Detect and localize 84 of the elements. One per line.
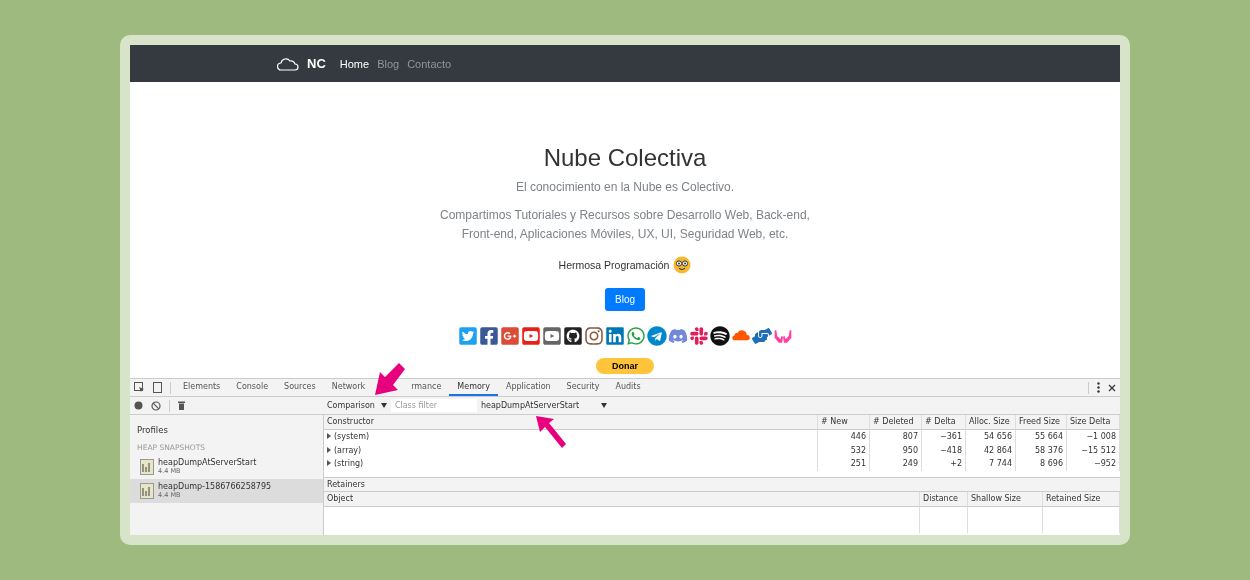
clear-icon[interactable] <box>151 400 161 411</box>
nav-link[interactable]: Blog <box>377 57 400 70</box>
donate-button[interactable]: Donar <box>596 358 654 374</box>
caret-icon <box>380 403 387 408</box>
profiles-heading: Profiles <box>136 424 169 437</box>
table-cell: 58 376 <box>1016 443 1067 457</box>
telegram-icon[interactable] <box>646 326 667 346</box>
greeting-text: Hermosa Programación <box>558 259 670 271</box>
snapshot-icon <box>140 483 154 499</box>
site-tagline: El conocimiento en la Nube es Colectivo. <box>515 180 735 194</box>
snapshot-icon <box>140 459 154 475</box>
video-play-icon[interactable] <box>541 326 562 346</box>
column-header[interactable]: Shallow Size <box>968 492 1043 507</box>
discord-icon[interactable] <box>667 326 688 346</box>
table-cell: +2 <box>922 457 966 471</box>
table-cell: −361 <box>922 430 966 444</box>
table-cell: −952 <box>1067 457 1120 471</box>
class-filter-field[interactable]: Class filter <box>390 399 477 412</box>
nav-link[interactable]: Contacto <box>407 57 452 70</box>
table-cell: 950 <box>870 443 922 457</box>
table-cell: 446 <box>818 430 870 444</box>
expand-icon[interactable] <box>327 433 331 439</box>
column-header[interactable]: Object <box>324 492 920 507</box>
baseline-select[interactable]: heapDumpAtServerStart <box>476 401 612 410</box>
device-icon[interactable] <box>153 382 162 393</box>
table-cell: −15 512 <box>1067 443 1120 457</box>
brand-logo-text[interactable]: NC <box>307 56 326 71</box>
column-header[interactable]: # New <box>818 415 870 430</box>
blog-button[interactable]: Blog <box>605 288 645 311</box>
instagram-icon[interactable] <box>583 326 604 346</box>
caret-icon <box>601 403 608 408</box>
devtools-tab[interactable]: Audits <box>607 379 649 396</box>
description-text: Front-end, Aplicaciones Móviles, UX, UI, Seguridad Web, etc. <box>460 226 790 243</box>
table-cell: 8 696 <box>1016 457 1067 471</box>
column-header[interactable]: # Delta <box>922 415 966 430</box>
close-icon[interactable] <box>1108 383 1116 392</box>
table-cell: −1 008 <box>1067 430 1120 444</box>
table-cell: 251 <box>818 457 870 471</box>
linkedin-icon[interactable] <box>604 326 625 346</box>
whatsapp-icon[interactable] <box>625 326 646 346</box>
devtools-tab[interactable]: Network <box>323 379 374 396</box>
handshake-icon[interactable] <box>751 326 772 346</box>
devtools-tab[interactable]: rmance <box>409 379 450 396</box>
facebook-icon[interactable] <box>478 326 499 346</box>
table-cell: 807 <box>870 430 922 444</box>
table-cell: 7 744 <box>966 457 1016 471</box>
column-header[interactable]: Distance <box>920 492 968 507</box>
more-options-icon[interactable] <box>1097 382 1100 393</box>
nerd-face-emoji-icon <box>673 256 692 274</box>
column-header[interactable]: Alloc. Size <box>966 415 1016 430</box>
column-header[interactable]: Size Delta <box>1067 415 1120 430</box>
youtube-icon[interactable] <box>520 326 541 346</box>
expand-icon[interactable] <box>327 460 331 466</box>
devtools-tab[interactable]: Console <box>228 379 277 396</box>
nav-link[interactable]: Home <box>339 57 370 70</box>
github-icon[interactable] <box>562 326 583 346</box>
site-title: Nube Colectiva <box>543 144 707 172</box>
annotation-arrow-icon <box>535 415 567 449</box>
table-cell: 249 <box>870 457 922 471</box>
column-header[interactable]: # Deleted <box>870 415 922 430</box>
inspect-icon[interactable] <box>134 382 145 393</box>
description-text: Compartimos Tutoriales y Recursos sobre Desarrollo Web, Back-end, <box>440 207 810 224</box>
devtools-tab[interactable]: Sources <box>276 379 324 396</box>
trash-icon[interactable] <box>178 401 185 410</box>
view-select[interactable]: Comparison <box>323 401 391 410</box>
constructor-cell[interactable]: (string) <box>324 457 818 471</box>
spotify-icon[interactable] <box>709 326 730 346</box>
column-header[interactable]: Retained Size <box>1043 492 1120 507</box>
devtools-tab[interactable]: Application <box>497 379 559 396</box>
column-header[interactable]: Constructor <box>324 415 818 430</box>
slack-icon[interactable] <box>688 326 709 346</box>
cloud-logo-icon <box>277 56 299 71</box>
table-cell: 54 656 <box>966 430 1016 444</box>
table-cell: 532 <box>818 443 870 457</box>
retainers-header: Retainers <box>324 478 1120 492</box>
table-cell: −418 <box>922 443 966 457</box>
column-header[interactable]: Freed Size <box>1016 415 1067 430</box>
devtools-tab[interactable]: Security <box>558 379 608 396</box>
google-plus-icon[interactable] <box>499 326 520 346</box>
devtools-tab[interactable]: Elements <box>175 379 229 396</box>
table-cell: 55 664 <box>1016 430 1067 444</box>
twitter-icon[interactable] <box>457 326 478 346</box>
table-cell: 42 864 <box>966 443 1016 457</box>
record-icon[interactable] <box>134 401 143 410</box>
